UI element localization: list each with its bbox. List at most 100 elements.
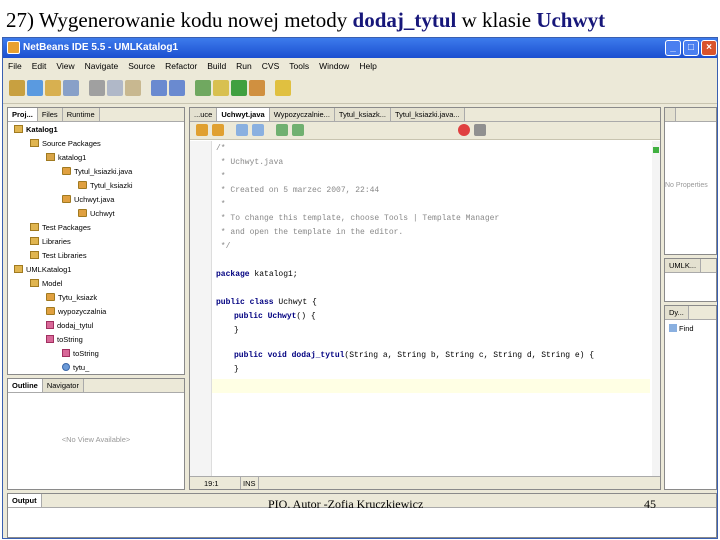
- code-method-line[interactable]: public void dodaj_tytul(String a, String…: [234, 349, 594, 363]
- menu-help[interactable]: Help: [354, 58, 381, 74]
- tree-item[interactable]: toString: [62, 348, 99, 360]
- menu-view[interactable]: View: [51, 58, 79, 74]
- menu-refactor[interactable]: Refactor: [160, 58, 202, 74]
- tab-output[interactable]: Output: [8, 494, 42, 507]
- tab-files[interactable]: Files: [37, 108, 63, 121]
- tree-item[interactable]: Source Packages: [30, 138, 101, 150]
- tree-item[interactable]: Model: [30, 278, 62, 290]
- find-next-icon[interactable]: [252, 124, 264, 136]
- tab-dynamic-help[interactable]: Dy...: [665, 306, 689, 319]
- tree-item[interactable]: Test Libraries: [30, 250, 87, 262]
- new-file-icon[interactable]: [27, 80, 43, 96]
- editor-tab[interactable]: Wypozyczalnie...: [269, 108, 335, 121]
- menu-navigate[interactable]: Navigate: [80, 58, 124, 74]
- cut-icon[interactable]: [89, 80, 105, 96]
- code-method-close[interactable]: }: [234, 363, 239, 377]
- maximize-icon[interactable]: □: [683, 40, 699, 56]
- find-item[interactable]: Find: [669, 324, 694, 333]
- code-class-line[interactable]: public class Uchwyt {: [216, 296, 317, 310]
- menu-tools[interactable]: Tools: [284, 58, 314, 74]
- class-icon: [78, 209, 87, 217]
- tab-navigator[interactable]: Navigator: [42, 379, 84, 392]
- tab-projects[interactable]: Proj...: [8, 108, 38, 121]
- code-comment-line[interactable]: * Uchwyt.java: [216, 156, 283, 170]
- undo-icon[interactable]: [151, 80, 167, 96]
- tree-item[interactable]: Test Packages: [30, 222, 91, 234]
- code-comment-line[interactable]: * and open the template in the editor.: [216, 226, 403, 240]
- new-project-icon[interactable]: [9, 80, 25, 96]
- back-icon[interactable]: [196, 124, 208, 136]
- tree-item[interactable]: Katalog1: [14, 124, 58, 136]
- tree-item[interactable]: Uchwyt.java: [62, 194, 114, 206]
- window-title: NetBeans IDE 5.5 - UMLKatalog1: [23, 42, 179, 53]
- menu-source[interactable]: Source: [123, 58, 160, 74]
- method-icon: [62, 349, 70, 357]
- tree-item[interactable]: Uchwyt: [78, 208, 115, 220]
- class-icon: [46, 307, 55, 315]
- tree-item[interactable]: tytu_: [62, 362, 89, 374]
- code-comment-line[interactable]: *: [216, 170, 226, 184]
- clean-build-icon[interactable]: [213, 80, 229, 96]
- menu-window[interactable]: Window: [314, 58, 354, 74]
- tab-runtime[interactable]: Runtime: [62, 108, 100, 121]
- code-comment-line[interactable]: * Created on 5 marzec 2007, 22:44: [216, 184, 379, 198]
- tree-item[interactable]: Libraries: [30, 236, 71, 248]
- menu-run[interactable]: Run: [231, 58, 257, 74]
- open-project-icon[interactable]: [45, 80, 61, 96]
- debug-icon[interactable]: [249, 80, 265, 96]
- code-constructor-close[interactable]: }: [234, 324, 239, 338]
- class-icon: [46, 293, 55, 301]
- minimize-icon[interactable]: _: [665, 40, 681, 56]
- run-icon[interactable]: [231, 80, 247, 96]
- tree-item[interactable]: toString: [46, 334, 83, 346]
- editor-tab[interactable]: Tytul_ksiazki.java...: [391, 108, 465, 121]
- field-icon: [62, 363, 70, 371]
- tree-item[interactable]: UMLKatalog1: [14, 264, 71, 276]
- redo-icon[interactable]: [169, 80, 185, 96]
- tab-outline[interactable]: Outline: [8, 379, 43, 392]
- bookmark-icon[interactable]: [276, 124, 288, 136]
- menu-edit[interactable]: Edit: [27, 58, 52, 74]
- properties-tabs: [665, 108, 716, 122]
- stop-macro-icon[interactable]: [474, 124, 486, 136]
- editor-tab[interactable]: ...uce: [190, 108, 218, 121]
- folder-icon: [30, 223, 39, 231]
- no-properties-text: No Properties: [665, 182, 708, 189]
- next-bookmark-icon[interactable]: [292, 124, 304, 136]
- editor-panel: ...uce Uchwyt.java Wypozyczalnie... Tytul_k…: [189, 107, 661, 490]
- menu-build[interactable]: Build: [202, 58, 231, 74]
- editor-tab[interactable]: Tytul_ksiazk...: [334, 108, 392, 121]
- tree-item[interactable]: Tytul_ksiazki: [78, 180, 133, 192]
- tree-item[interactable]: wypozyczalnia: [46, 306, 106, 318]
- project-icon: [14, 125, 23, 133]
- menu-cvs[interactable]: CVS: [257, 58, 284, 74]
- tree-item[interactable]: Tytu_ksiazk: [46, 292, 97, 304]
- tab-properties[interactable]: [665, 108, 677, 121]
- help-icon[interactable]: [275, 80, 291, 96]
- editor-tab-active[interactable]: Uchwyt.java: [217, 108, 270, 121]
- record-macro-icon[interactable]: [458, 124, 470, 136]
- code-comment-line[interactable]: */: [216, 240, 231, 254]
- current-line-highlight: [212, 379, 650, 393]
- tab-uml[interactable]: UMLK...: [665, 259, 702, 272]
- paste-icon[interactable]: [125, 80, 141, 96]
- tree-item[interactable]: katalog1: [46, 152, 86, 164]
- window-titlebar[interactable]: NetBeans IDE 5.5 - UMLKatalog1 _ □ ×: [3, 38, 717, 58]
- tree-item[interactable]: dodaj_tytul: [46, 320, 93, 332]
- slide-title-mid: w klasie: [456, 8, 537, 32]
- menu-file[interactable]: File: [3, 58, 27, 74]
- line-gutter: [190, 141, 212, 476]
- tree-item[interactable]: Tytul_ksiazki.java: [62, 166, 132, 178]
- code-comment-line[interactable]: *: [216, 198, 226, 212]
- code-constructor-line[interactable]: public Uchwyt() {: [234, 310, 316, 324]
- forward-icon[interactable]: [212, 124, 224, 136]
- code-comment-line[interactable]: * To change this template, choose Tools …: [216, 212, 499, 226]
- copy-icon[interactable]: [107, 80, 123, 96]
- save-all-icon[interactable]: [63, 80, 79, 96]
- code-package-line[interactable]: package katalog1;: [216, 268, 298, 282]
- close-icon[interactable]: ×: [701, 40, 717, 56]
- build-icon[interactable]: [195, 80, 211, 96]
- uml-project-icon: [14, 265, 23, 273]
- find-icon[interactable]: [236, 124, 248, 136]
- code-comment-line[interactable]: /*: [216, 142, 226, 156]
